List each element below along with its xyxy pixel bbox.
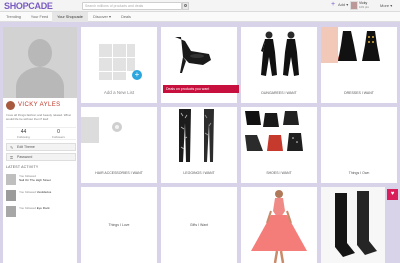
list-title: SHOES I WANT: [266, 171, 292, 175]
search-input[interactable]: Search millions of products and deals: [82, 2, 182, 10]
list-tile-leggings[interactable]: LEGGINGS I WANT: [161, 107, 237, 183]
latest-activity-title: LATEST ACTIVITY: [6, 165, 39, 169]
product-tile-boots[interactable]: [321, 187, 385, 263]
list-title: Things I Love: [108, 223, 130, 227]
profile-bio: I love all things fashion and beauty rel…: [6, 113, 71, 121]
pencil-icon: ✎: [10, 145, 14, 150]
activity-item[interactable]: You followed Vestidazos: [6, 189, 76, 203]
list-tile-dungarees[interactable]: DUNGAREES I WANT: [241, 27, 317, 103]
add-list-plus-icon[interactable]: +: [132, 70, 142, 80]
list-title: DRESSES I WANT: [344, 91, 374, 95]
search-button[interactable]: [182, 2, 189, 10]
list-title: DUNGAREES I WANT: [261, 91, 297, 95]
tab-your-feed[interactable]: Your Feed: [27, 12, 52, 22]
heart-icon[interactable]: ♥: [387, 189, 398, 200]
profile-name-row: VICKY AYLES: [6, 101, 76, 111]
list-tile-things-i-own[interactable]: Things I Own: [321, 107, 397, 183]
user-points: 109 pts: [359, 5, 369, 9]
list-title: LEGGINGS I WANT: [183, 171, 215, 175]
tab-trending[interactable]: Trending: [0, 12, 27, 22]
add-new-list-label: Add a New List: [103, 90, 135, 95]
tab-deals[interactable]: Deals: [116, 12, 136, 22]
tab-discover[interactable]: Discover ▾: [88, 12, 116, 22]
deals-tile[interactable]: Deals on products you want: [161, 27, 239, 103]
profile-photo[interactable]: [3, 27, 77, 98]
user-avatar[interactable]: [350, 1, 358, 10]
add-new-list-tile[interactable]: + Add a New List: [81, 27, 157, 103]
boots-image: [321, 187, 385, 263]
shoe-image: [175, 37, 211, 73]
shoes-image: [245, 111, 303, 151]
tab-your-shopcade[interactable]: Your Shopcade: [52, 12, 88, 22]
shopcade-logo[interactable]: SHOPCADE: [4, 1, 53, 11]
dungarees-image: [261, 31, 299, 76]
search-icon: [184, 4, 187, 7]
activity-item[interactable]: You followed Nail On The High Street: [6, 173, 76, 187]
profile-panel: VICKY AYLES I love all things fashion an…: [3, 27, 77, 263]
list-tile-shoes[interactable]: SHOES I WANT: [241, 107, 317, 183]
add-button[interactable]: Add ▾: [338, 2, 348, 7]
profile-name: VICKY AYLES: [18, 102, 61, 108]
following-stat[interactable]: 44 Following: [6, 129, 41, 139]
add-icon: +: [331, 1, 336, 8]
profile-mini-avatar: [6, 101, 15, 110]
list-title: Gifts I Want: [189, 223, 209, 227]
list-title: Things I Own: [348, 171, 370, 175]
edit-theme-button[interactable]: ✎ Edit Theme: [6, 143, 76, 151]
lock-icon: ⚿: [10, 155, 14, 160]
activity-item[interactable]: You followed Eye Rock: [6, 205, 76, 219]
main-nav: Trending Your Feed Your Shopcade Discove…: [0, 12, 400, 22]
product-tile-dress[interactable]: [241, 187, 317, 263]
deals-banner[interactable]: Deals on products you want: [163, 85, 239, 93]
list-title: HAIR ACCESSORIES I WANT: [95, 171, 143, 175]
profile-stats: 44 Following 0 Followers: [6, 127, 76, 140]
leggings-image: [179, 109, 214, 162]
list-tile-dresses[interactable]: DRESSES I WANT: [321, 27, 397, 103]
list-tile-gifts[interactable]: Gifts I Want: [161, 187, 237, 263]
top-bar: SHOPCADE Search millions of products and…: [0, 0, 400, 12]
followers-stat[interactable]: 0 Followers: [41, 129, 76, 139]
more-menu[interactable]: More ▾: [380, 3, 392, 8]
coral-dress-image: [251, 190, 307, 263]
list-tile-things-i-love[interactable]: Things I Love: [81, 187, 157, 263]
password-button[interactable]: ⚿ Password: [6, 153, 76, 161]
list-tile-hair-accessories[interactable]: HAIR ACCESSORIES I WANT: [81, 107, 157, 183]
